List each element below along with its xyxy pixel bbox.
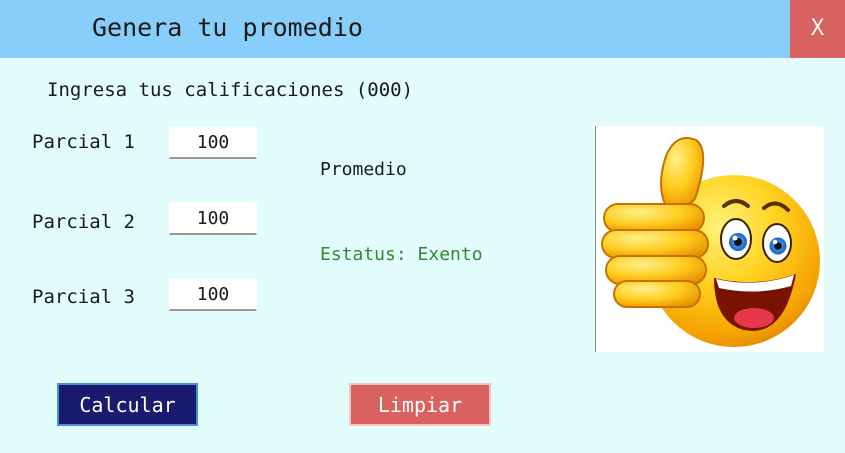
instructions-label: Ingresa tus calificaciones (000)	[47, 79, 414, 101]
parcial-1-input[interactable]	[169, 127, 257, 159]
window-title: Genera tu promedio	[92, 13, 363, 42]
parcial-2-input[interactable]	[169, 203, 257, 235]
parcial-1-label: Parcial 1	[32, 131, 135, 153]
status-text: Estatus: Exento	[320, 244, 483, 265]
parcial-2-label: Parcial 2	[32, 211, 135, 233]
parcial-3-label: Parcial 3	[32, 286, 135, 308]
result-image	[595, 126, 824, 352]
parcial-3-input[interactable]	[169, 279, 257, 311]
promedio-label: Promedio	[320, 159, 407, 180]
close-button[interactable]: X	[790, 0, 845, 58]
limpiar-button[interactable]: Limpiar	[349, 383, 491, 426]
title-bar: Genera tu promedio	[0, 0, 845, 58]
thumbs-up-smiley-icon	[601, 137, 820, 347]
calcular-button[interactable]: Calcular	[57, 383, 198, 426]
